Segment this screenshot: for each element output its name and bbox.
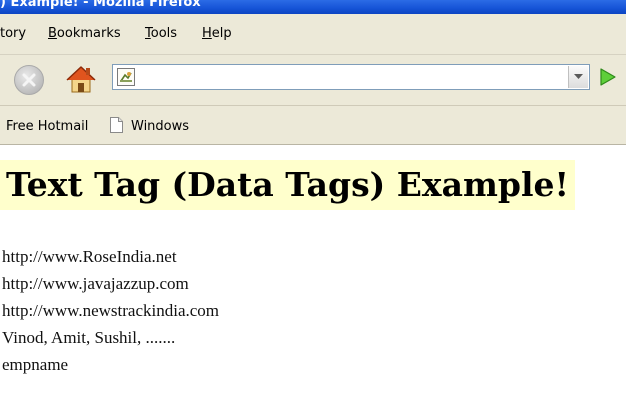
menu-bookmarks[interactable]: Bookmarks	[48, 26, 121, 41]
address-bar[interactable]	[112, 64, 590, 90]
window-title: ) Example! - Mozilla Firefox	[0, 0, 201, 10]
output-lines: http://www.RoseIndia.net http://www.java…	[2, 243, 219, 378]
page-heading: Text Tag (Data Tags) Example!	[0, 160, 575, 210]
menu-help-label: elp	[211, 26, 232, 41]
bookmark-free-hotmail[interactable]: Free Hotmail	[6, 119, 88, 134]
bookmark-free-hotmail-label: Free Hotmail	[6, 119, 89, 134]
output-line-5: empname	[2, 355, 69, 374]
stop-button[interactable]	[14, 65, 44, 95]
bookmark-windows-label: Windows	[131, 119, 190, 134]
output-line-2: http://www.javajazzup.com	[2, 274, 189, 293]
page-icon[interactable]	[110, 117, 123, 133]
address-dropdown-button[interactable]	[568, 66, 588, 88]
navigation-toolbar	[0, 55, 626, 106]
menu-bookmarks-label: ookmarks	[56, 26, 121, 41]
menu-bar: tory Bookmarks Tools Help	[0, 14, 626, 55]
menu-help[interactable]: Help	[202, 26, 232, 41]
go-arrow-icon	[600, 68, 616, 86]
menu-bookmarks-mnemonic: B	[48, 26, 57, 41]
output-line-3: http://www.newstrackindia.com	[2, 301, 220, 320]
menu-history-label: tory	[0, 26, 27, 41]
stop-icon	[22, 73, 36, 87]
address-input[interactable]	[141, 67, 541, 87]
site-favicon-icon	[117, 68, 135, 86]
bookmark-windows[interactable]: Windows	[131, 119, 189, 134]
home-button[interactable]	[64, 62, 98, 96]
menu-tools[interactable]: Tools	[145, 26, 177, 41]
chevron-down-icon	[574, 74, 583, 79]
output-line-4: Vinod, Amit, Sushil, .......	[2, 328, 176, 347]
go-button[interactable]	[596, 66, 618, 88]
page-content: Text Tag (Data Tags) Example! http://www…	[0, 145, 626, 403]
menu-tools-label: ools	[150, 26, 178, 41]
output-line-1: http://www.RoseIndia.net	[2, 247, 177, 266]
menu-history[interactable]: tory	[0, 26, 26, 41]
home-icon	[66, 66, 96, 93]
menu-help-mnemonic: H	[202, 26, 212, 41]
window-title-bar[interactable]: ) Example! - Mozilla Firefox	[0, 0, 626, 14]
bookmarks-toolbar: Free Hotmail Windows	[0, 106, 626, 145]
